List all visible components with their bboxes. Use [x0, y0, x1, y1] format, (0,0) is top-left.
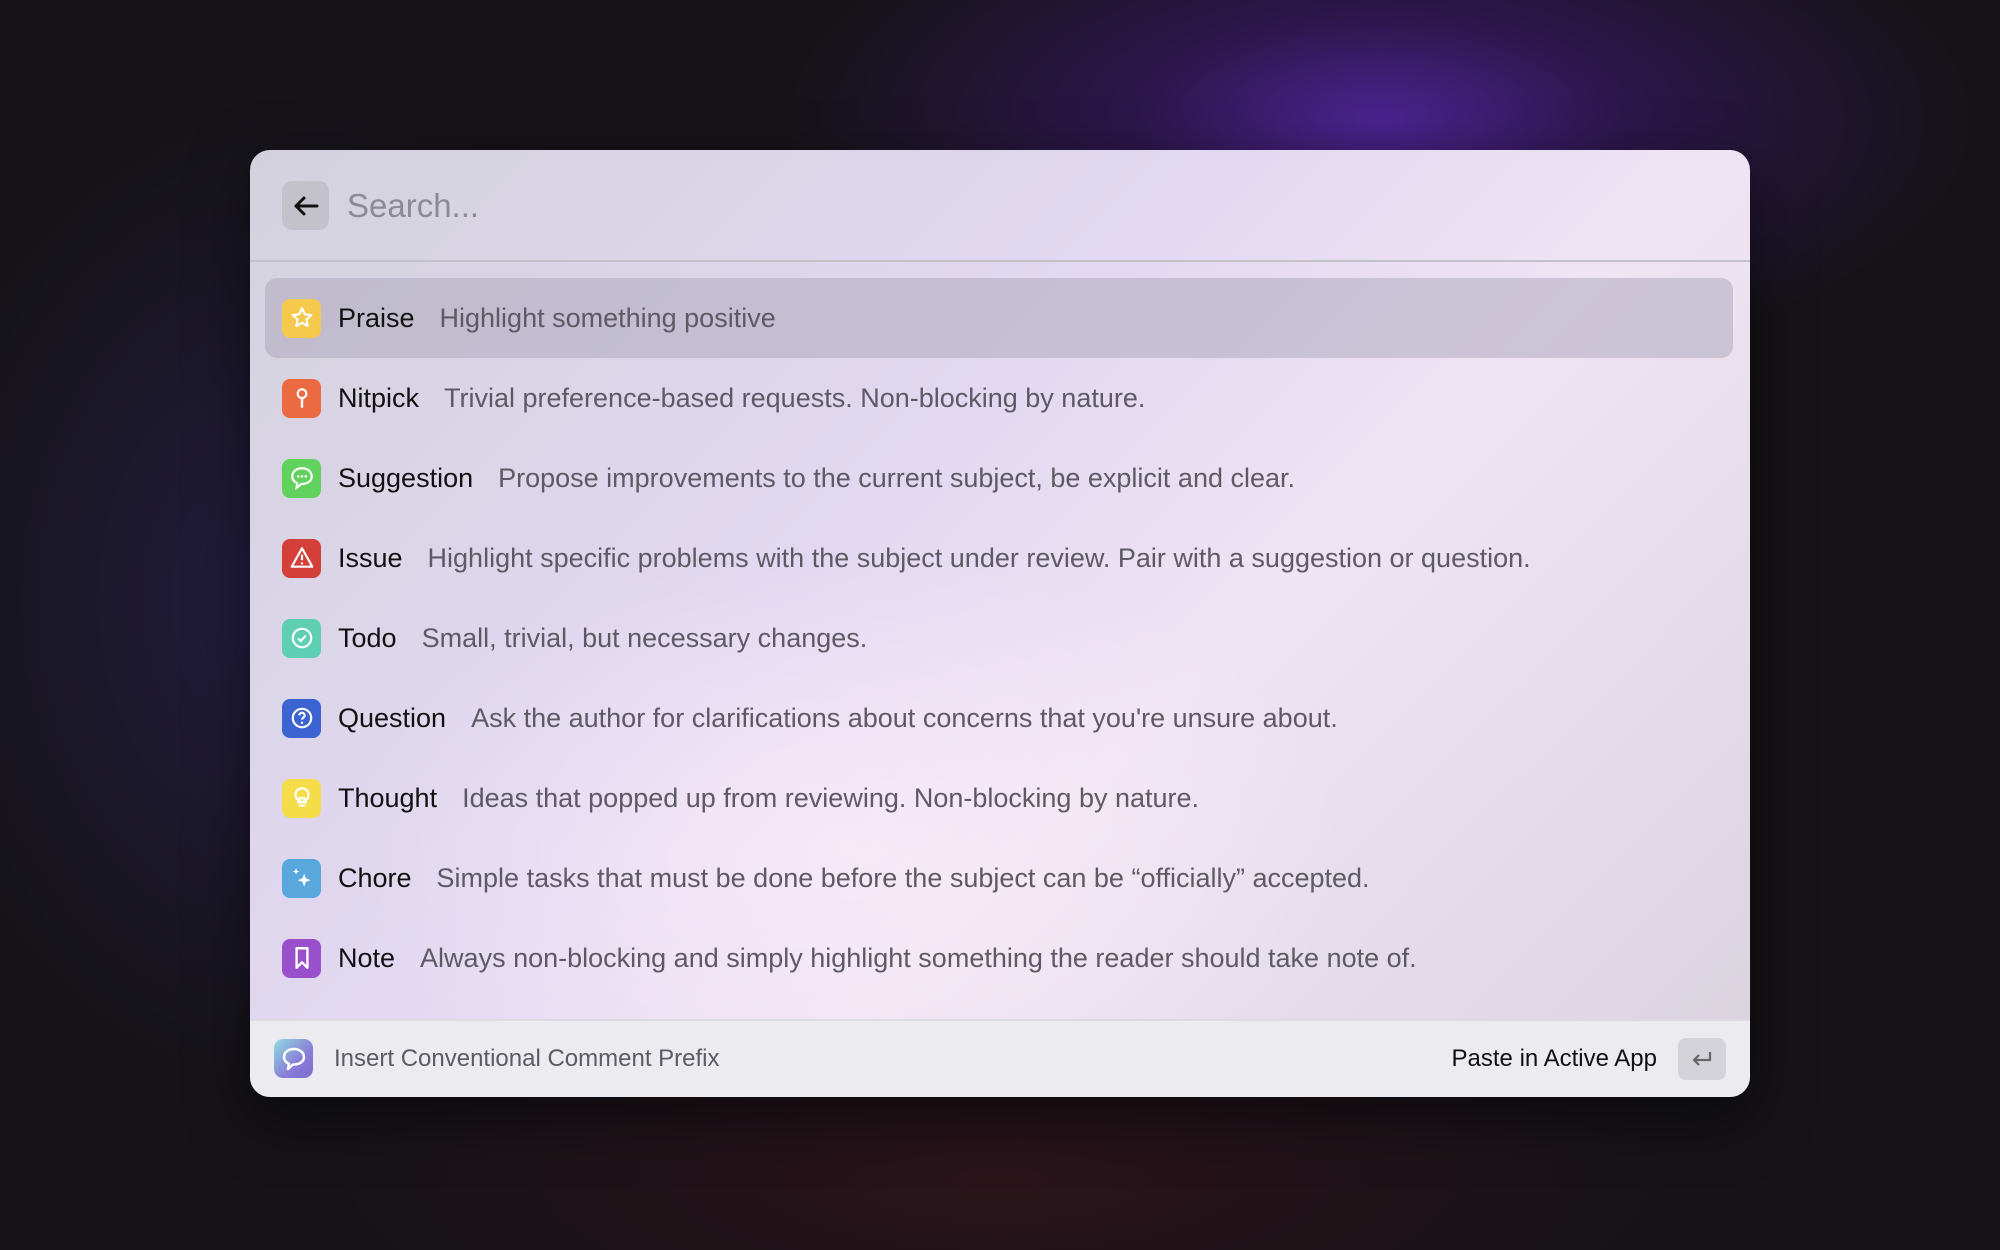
footer-bar: Insert Conventional Comment Prefix Paste… [250, 1019, 1750, 1097]
item-description: Always non-blocking and simply highlight… [420, 942, 1417, 973]
list-item-note[interactable]: Note Always non-blocking and simply high… [265, 918, 1733, 998]
return-key-icon [1692, 1052, 1712, 1066]
results-list: Praise Highlight something positive Nitp… [265, 278, 1733, 998]
item-label: Question [338, 702, 447, 733]
list-item-chore[interactable]: Chore Simple tasks that must be done bef… [265, 838, 1733, 918]
arrow-left-icon [294, 196, 318, 215]
bookmark-icon [282, 938, 321, 978]
enter-key-button[interactable] [1678, 1038, 1726, 1080]
item-label: Thought [338, 782, 438, 813]
command-palette-window: Praise Highlight something positive Nitp… [250, 150, 1750, 1097]
item-description: Highlight specific problems with the sub… [427, 542, 1531, 573]
list-item-issue[interactable]: Issue Highlight specific problems with t… [265, 518, 1733, 598]
lightbulb-icon [282, 778, 321, 818]
item-label: Praise [338, 302, 415, 333]
list-item-praise[interactable]: Praise Highlight something positive [265, 278, 1733, 358]
item-description: Simple tasks that must be done before th… [436, 862, 1370, 893]
paste-action-button[interactable]: Paste in Active App [1452, 1045, 1657, 1073]
check-circle-icon [282, 618, 321, 658]
extension-icon [274, 1039, 313, 1078]
search-header [250, 150, 1750, 262]
sparkles-icon [282, 858, 321, 898]
item-label: Suggestion [338, 462, 474, 493]
item-label: Nitpick [338, 382, 420, 413]
list-item-todo[interactable]: Todo Small, trivial, but necessary chang… [265, 598, 1733, 678]
star-icon [282, 298, 321, 338]
list-item-suggestion[interactable]: Suggestion Propose improvements to the c… [265, 438, 1733, 518]
item-label: Chore [338, 862, 412, 893]
pin-icon [282, 378, 321, 418]
chat-bubble-icon [282, 458, 321, 498]
back-button[interactable] [282, 181, 329, 230]
item-description: Highlight something positive [439, 302, 776, 333]
question-circle-icon [282, 698, 321, 738]
item-description: Trivial preference-based requests. Non-b… [444, 382, 1146, 413]
search-input[interactable] [347, 176, 1647, 236]
item-description: Propose improvements to the current subj… [498, 462, 1296, 493]
extension-title: Insert Conventional Comment Prefix [334, 1045, 720, 1072]
item-label: Issue [338, 542, 403, 573]
item-description: Ask the author for clarifications about … [471, 702, 1338, 733]
list-item-nitpick[interactable]: Nitpick Trivial preference-based request… [265, 358, 1733, 438]
list-item-question[interactable]: Question Ask the author for clarificatio… [265, 678, 1733, 758]
item-label: Note [338, 942, 396, 973]
item-label: Todo [338, 622, 397, 653]
item-description: Ideas that popped up from reviewing. Non… [462, 782, 1200, 813]
list-item-thought[interactable]: Thought Ideas that popped up from review… [265, 758, 1733, 838]
chat-bubble-icon [282, 1047, 305, 1070]
warning-icon [282, 538, 321, 578]
item-description: Small, trivial, but necessary changes. [421, 622, 868, 653]
